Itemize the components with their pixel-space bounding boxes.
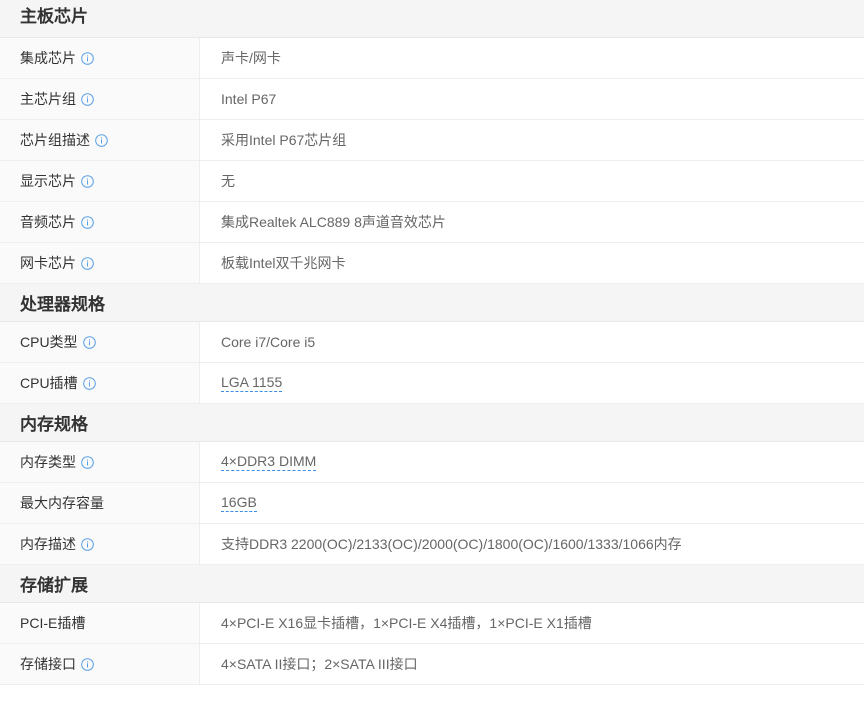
spec-value-cell: LGA 1155 bbox=[200, 363, 864, 403]
spec-label-cell: CPU类型 bbox=[0, 322, 200, 362]
spec-label: 芯片组描述 bbox=[20, 132, 90, 148]
spec-label-cell: 内存类型 bbox=[0, 442, 200, 482]
info-icon[interactable] bbox=[81, 92, 94, 106]
spec-value-cell: Core i7/Core i5 bbox=[200, 322, 864, 362]
spec-label-cell: PCI-E插槽 bbox=[0, 603, 200, 643]
spec-value: 板载Intel双千兆网卡 bbox=[221, 255, 346, 271]
spec-label: PCI-E插槽 bbox=[20, 615, 86, 631]
spec-value-link[interactable]: 4×DDR3 DIMM bbox=[221, 453, 317, 471]
spec-value-cell: 16GB bbox=[200, 483, 864, 523]
spec-label-cell: CPU插槽 bbox=[0, 363, 200, 403]
info-icon[interactable] bbox=[81, 657, 94, 671]
spec-value-link[interactable]: 16GB bbox=[221, 494, 257, 512]
spec-label: 存储接口 bbox=[20, 656, 76, 672]
info-icon[interactable] bbox=[82, 376, 96, 390]
spec-value: 支持DDR3 2200(OC)/2133(OC)/2000(OC)/1800(O… bbox=[221, 536, 682, 552]
spec-label: 音频芯片 bbox=[20, 214, 76, 230]
spec-label-cell: 芯片组描述 bbox=[0, 120, 200, 160]
spec-label-cell: 显示芯片 bbox=[0, 161, 200, 201]
spec-label: 内存类型 bbox=[20, 454, 76, 470]
spec-label-cell: 集成芯片 bbox=[0, 38, 200, 78]
info-icon[interactable] bbox=[81, 256, 94, 270]
spec-row: PCI-E插槽 4×PCI-E X16显卡插槽，1×PCI-E X4插槽，1×PC… bbox=[0, 603, 864, 644]
spec-label-cell: 主芯片组 bbox=[0, 79, 200, 119]
spec-label: 集成芯片 bbox=[20, 50, 76, 66]
spec-value-cell: 支持DDR3 2200(OC)/2133(OC)/2000(OC)/1800(O… bbox=[200, 524, 864, 564]
spec-value-cell: 板载Intel双千兆网卡 bbox=[200, 243, 864, 283]
spec-label-cell: 音频芯片 bbox=[0, 202, 200, 242]
spec-value-cell: 4×PCI-E X16显卡插槽，1×PCI-E X4插槽，1×PCI-E X1插… bbox=[200, 603, 864, 643]
info-icon[interactable] bbox=[81, 537, 94, 551]
spec-table: 主板芯片集成芯片 声卡/网卡主芯片组 Intel P67 芯片组描述 采用Intel P… bbox=[0, 0, 864, 727]
spec-label: 显示芯片 bbox=[20, 173, 76, 189]
spec-label: CPU类型 bbox=[20, 334, 78, 350]
info-icon[interactable] bbox=[81, 215, 94, 229]
section-header: 处理器规格 bbox=[0, 284, 864, 322]
spec-row: 集成芯片 声卡/网卡 bbox=[0, 38, 864, 79]
spec-row: 内存类型 4×DDR3 DIMM bbox=[0, 442, 864, 483]
spec-row: 网卡芯片 板载Intel双千兆网卡 bbox=[0, 243, 864, 284]
spec-row: 最大内存容量 16GB bbox=[0, 483, 864, 524]
spec-label-cell: 内存描述 bbox=[0, 524, 200, 564]
spec-row: 显示芯片 无 bbox=[0, 161, 864, 202]
spec-value-cell: 4×DDR3 DIMM bbox=[200, 442, 864, 482]
spec-value: Intel P67 bbox=[221, 91, 277, 107]
spec-value: 采用Intel P67芯片组 bbox=[221, 132, 347, 148]
spec-row: CPU插槽 LGA 1155 bbox=[0, 363, 864, 404]
spec-value: Core i7/Core i5 bbox=[221, 334, 316, 350]
spec-label: CPU插槽 bbox=[20, 375, 78, 391]
spec-value: 无 bbox=[221, 173, 235, 189]
spec-value-cell: 采用Intel P67芯片组 bbox=[200, 120, 864, 160]
spec-label-cell: 最大内存容量 bbox=[0, 483, 200, 523]
spec-label-cell: 存储接口 bbox=[0, 644, 200, 684]
spec-value: 声卡/网卡 bbox=[221, 50, 281, 66]
spec-label: 最大内存容量 bbox=[20, 495, 104, 511]
section-header: 主板芯片 bbox=[0, 0, 864, 38]
spec-label: 网卡芯片 bbox=[20, 255, 76, 271]
spec-row: CPU类型 Core i7/Core i5 bbox=[0, 322, 864, 363]
spec-row: 内存描述 支持DDR3 2200(OC)/2133(OC)/2000(OC)/18… bbox=[0, 524, 864, 565]
spec-value-cell: 无 bbox=[200, 161, 864, 201]
spec-value-link[interactable]: LGA 1155 bbox=[221, 374, 283, 392]
spec-value: 集成Realtek ALC889 8声道音效芯片 bbox=[221, 214, 446, 230]
info-icon[interactable] bbox=[81, 174, 94, 188]
spec-row: 音频芯片 集成Realtek ALC889 8声道音效芯片 bbox=[0, 202, 864, 243]
section-header: 内存规格 bbox=[0, 404, 864, 442]
spec-row: 主芯片组 Intel P67 bbox=[0, 79, 864, 120]
spec-value-cell: 4×SATA II接口；2×SATA III接口 bbox=[200, 644, 864, 684]
spec-label-cell: 网卡芯片 bbox=[0, 243, 200, 283]
spec-row: 存储接口 4×SATA II接口；2×SATA III接口 bbox=[0, 644, 864, 685]
info-icon[interactable] bbox=[81, 51, 94, 65]
spec-value: 4×PCI-E X16显卡插槽，1×PCI-E X4插槽，1×PCI-E X1插… bbox=[221, 615, 592, 631]
spec-value-cell: 集成Realtek ALC889 8声道音效芯片 bbox=[200, 202, 864, 242]
spec-row: 芯片组描述 采用Intel P67芯片组 bbox=[0, 120, 864, 161]
spec-label: 内存描述 bbox=[20, 536, 76, 552]
spec-value-cell: Intel P67 bbox=[200, 79, 864, 119]
spec-label: 主芯片组 bbox=[20, 91, 76, 107]
info-icon[interactable] bbox=[81, 455, 94, 469]
spec-value: 4×SATA II接口；2×SATA III接口 bbox=[221, 656, 418, 672]
info-icon[interactable] bbox=[82, 335, 96, 349]
spec-value-cell: 声卡/网卡 bbox=[200, 38, 864, 78]
info-icon[interactable] bbox=[95, 133, 108, 147]
section-header: 存储扩展 bbox=[0, 565, 864, 603]
